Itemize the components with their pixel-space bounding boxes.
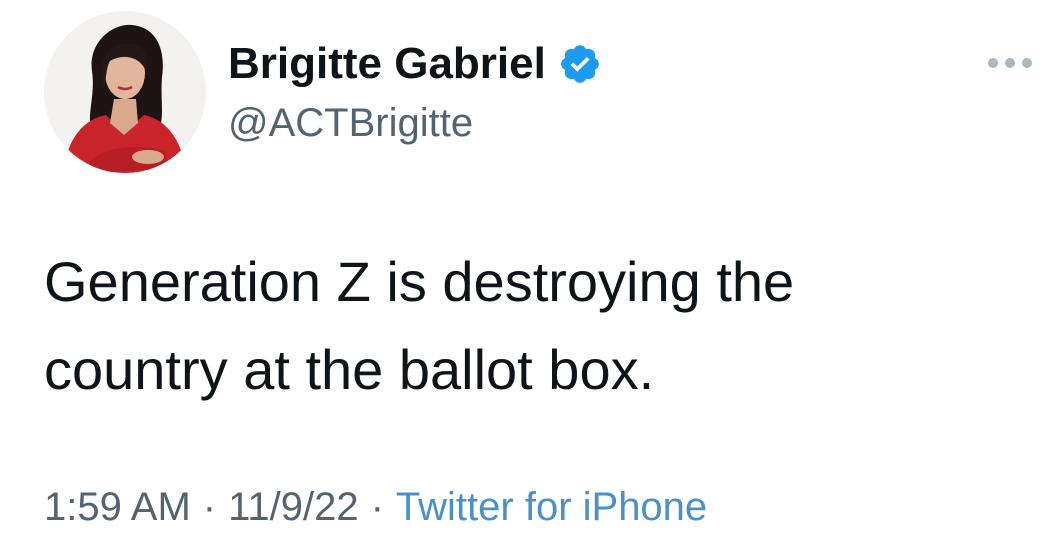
meta-separator: ·: [202, 485, 217, 529]
display-name[interactable]: Brigitte Gabriel: [228, 36, 602, 92]
tweet-text: Generation Z is destroying the country a…: [44, 238, 1004, 414]
meta-separator: ·: [370, 485, 384, 529]
profile-photo-icon: [44, 11, 206, 173]
tweet-text-line: Generation Z is destroying the: [44, 250, 795, 313]
user-handle[interactable]: @ACTBrigitte: [228, 98, 473, 148]
tweet-source-link[interactable]: Twitter for iPhone: [396, 485, 707, 529]
tweet-card: Brigitte Gabriel @ACTBrigitte Generation…: [0, 0, 1054, 544]
more-dot: [1022, 58, 1032, 68]
tweet-metadata: 1:59 AM · 11/9/22 · Twitter for iPhone: [44, 480, 707, 534]
more-dot: [988, 58, 998, 68]
tweet-time[interactable]: 1:59 AM: [44, 485, 191, 529]
tweet-date[interactable]: 11/9/22: [228, 485, 359, 529]
display-name-text[interactable]: Brigitte Gabriel: [228, 36, 546, 92]
more-dot: [1005, 58, 1015, 68]
verified-badge-icon: [558, 42, 602, 86]
avatar[interactable]: [44, 11, 206, 173]
tweet-text-line: country at the ballot box.: [44, 338, 655, 401]
more-options-icon[interactable]: [988, 52, 1032, 74]
